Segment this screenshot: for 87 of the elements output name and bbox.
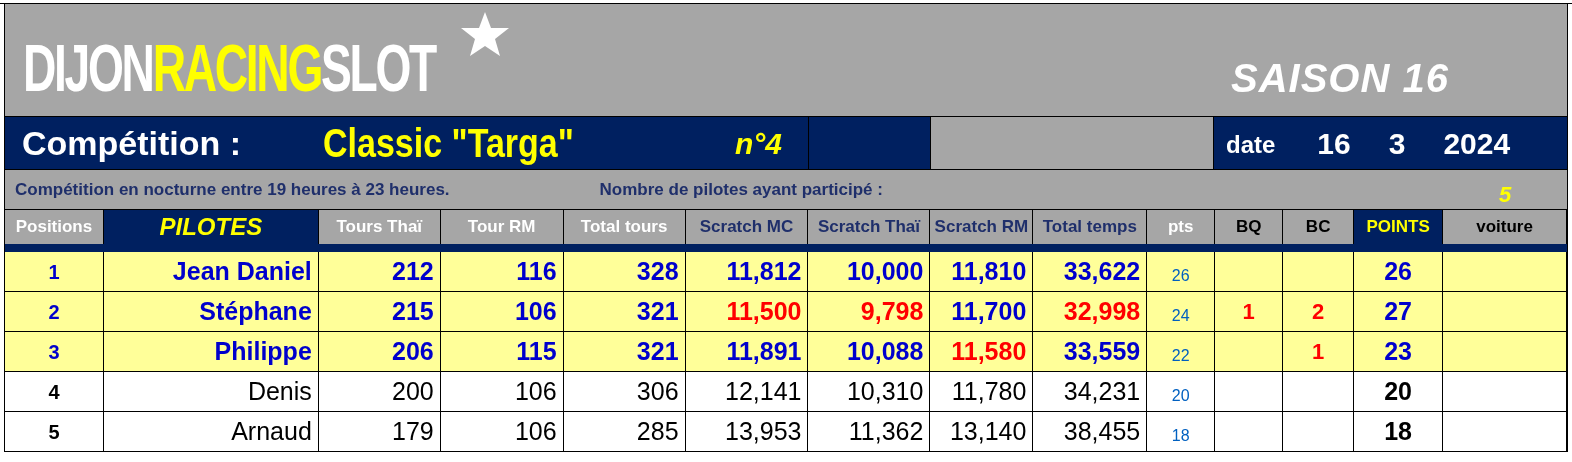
pilot-cell-text: Denis xyxy=(247,375,312,407)
column-header: POINTS xyxy=(1354,210,1444,244)
column-header: Positions xyxy=(5,210,104,244)
bc-cell-text: 2 xyxy=(1312,298,1325,326)
pts-cell-text: 20 xyxy=(1171,385,1190,406)
table-cell-text: 34,231 xyxy=(1063,375,1141,407)
table-cell-text: 11,700 xyxy=(951,295,1027,327)
table-cell-text: 13,140 xyxy=(949,415,1027,447)
points-cell-text: 27 xyxy=(1384,295,1412,327)
table-cell-text: 306 xyxy=(636,375,679,407)
column-header: BC xyxy=(1283,210,1355,244)
points-cell-text: 20 xyxy=(1384,375,1412,407)
position-cell-text: 2 xyxy=(48,299,60,325)
position-cell-text: 5 xyxy=(48,419,60,445)
column-header: PILOTES xyxy=(103,210,319,244)
table-cell-text: 116 xyxy=(516,255,557,287)
column-header: Total temps xyxy=(1033,210,1148,244)
position-cell-text: 4 xyxy=(48,379,60,405)
points-cell-text: 26 xyxy=(1384,255,1412,287)
column-header: Scratch RM xyxy=(930,210,1034,244)
table-cell-text: 179 xyxy=(392,415,434,447)
table-cell-text: 32,998 xyxy=(1063,295,1141,327)
table-cell-text: 285 xyxy=(636,415,679,447)
pts-cell-text: 18 xyxy=(1171,425,1190,446)
column-header: BQ xyxy=(1215,210,1284,244)
column-header: pts xyxy=(1147,210,1216,244)
table-cell-text: 38,455 xyxy=(1063,415,1141,447)
column-header: Scratch MC xyxy=(685,210,809,244)
table-cell-text: 106 xyxy=(514,415,557,447)
participants-count: 5 xyxy=(1499,181,1512,209)
table-cell-text: 33,559 xyxy=(1063,335,1141,367)
table-cell-text: 328 xyxy=(636,255,679,287)
column-header: Scratch Thaï xyxy=(808,210,931,244)
pilot-cell-text: Philippe xyxy=(214,335,312,367)
table-cell-text: 106 xyxy=(514,375,557,407)
date-label: date xyxy=(1226,130,1276,160)
column-header: voiture xyxy=(1443,210,1567,244)
pts-cell-text: 26 xyxy=(1171,265,1190,286)
table-cell-text: 11,362 xyxy=(848,415,924,447)
logo-text: RACING xyxy=(152,35,321,101)
table-cell-text: 115 xyxy=(516,335,557,367)
logo-text: SLOT xyxy=(321,35,435,101)
column-header: Tours Thaï xyxy=(318,210,441,244)
competition-label: Compétition : xyxy=(22,122,242,164)
table-cell-text: 33,622 xyxy=(1063,255,1141,287)
info-text: Compétition en nocturne entre 19 heures à 23 heures. xyxy=(15,178,450,201)
points-cell-text: 18 xyxy=(1384,415,1412,447)
table-cell-text: 11,810 xyxy=(951,255,1027,287)
table-cell-text: 11,891 xyxy=(726,335,802,367)
table-cell-text: 11,780 xyxy=(951,375,1027,407)
participants-label: Nombre de pilotes ayant participé : xyxy=(599,178,883,201)
table-cell-text: 200 xyxy=(392,375,434,407)
pts-cell-text: 24 xyxy=(1171,305,1190,326)
table-cell-text: 106 xyxy=(514,295,557,327)
pilot-cell-text: Stéphane xyxy=(199,295,312,327)
table-cell-text: 215 xyxy=(392,295,434,327)
table-cell-text: 13,953 xyxy=(725,415,802,447)
table-cell-text: 10,000 xyxy=(846,255,924,287)
star-icon xyxy=(459,10,511,58)
pilot-cell-text: Arnaud xyxy=(231,415,312,447)
table-cell-text: 321 xyxy=(636,335,679,367)
competition-name: Classic "Targa" xyxy=(323,120,574,167)
position-cell-text: 1 xyxy=(48,259,60,285)
competition-number: n°4 xyxy=(735,125,782,162)
table-cell-text: 10,088 xyxy=(846,335,924,367)
table-cell-text: 12,141 xyxy=(725,375,802,407)
season-title: SAISON 16 xyxy=(1231,55,1449,102)
column-header: Total tours xyxy=(563,210,686,244)
date-day: 16 xyxy=(1317,120,1351,166)
date-month: 3 xyxy=(1388,125,1406,162)
date-year: 2024 xyxy=(1443,125,1511,162)
column-header: Tour RM xyxy=(440,210,564,244)
points-cell-text: 23 xyxy=(1384,335,1412,367)
pilot-cell-text: Jean Daniel xyxy=(172,255,312,287)
bc-cell-text: 1 xyxy=(1312,338,1325,366)
position-cell-text: 3 xyxy=(48,339,60,365)
table-cell-text: 11,500 xyxy=(726,295,802,327)
table-cell-text: 321 xyxy=(636,295,679,327)
table-cell-text: 10,310 xyxy=(846,375,924,407)
bq-cell-text: 1 xyxy=(1242,298,1255,326)
table-cell-text: 212 xyxy=(392,255,434,287)
table-cell-text: 9,798 xyxy=(860,295,924,327)
pts-cell-text: 22 xyxy=(1171,345,1190,366)
table-cell-text: 11,580 xyxy=(951,335,1027,367)
table-cell-text: 11,812 xyxy=(726,255,802,287)
logo-text: DIJON xyxy=(23,35,153,101)
table-cell-text: 206 xyxy=(392,335,434,367)
